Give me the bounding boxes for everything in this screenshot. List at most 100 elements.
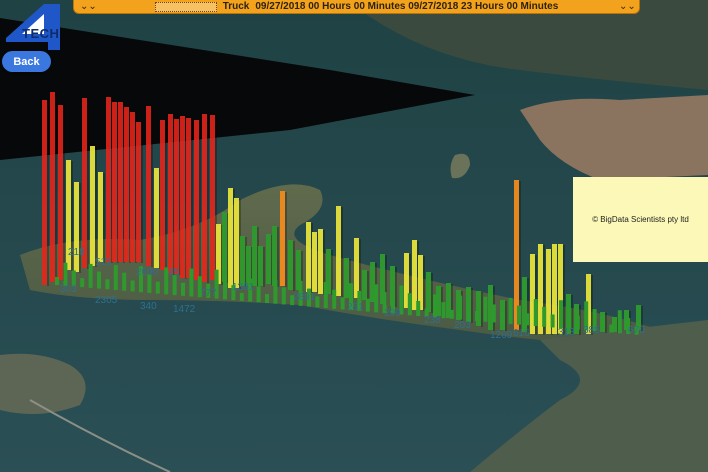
bar-column	[449, 309, 454, 319]
bar-shadow	[293, 241, 295, 291]
bar-column	[354, 238, 359, 298]
bar-shadow	[285, 192, 287, 287]
bar-column	[202, 114, 207, 282]
map-label: 313	[558, 327, 575, 338]
bar-column	[82, 98, 87, 268]
selector-box[interactable]	[154, 1, 217, 12]
bar-column	[272, 226, 277, 286]
bar-column	[344, 258, 349, 298]
bar-column	[280, 191, 285, 286]
map-label: 299	[384, 308, 401, 319]
bar-column	[491, 304, 496, 323]
bar-column	[239, 292, 244, 301]
bar-column	[288, 240, 293, 290]
bar-shadow	[341, 207, 343, 297]
bar-column	[80, 278, 85, 288]
map-label: 303	[60, 284, 77, 295]
bar-shadow	[263, 247, 265, 287]
bar-shadow	[191, 119, 193, 279]
bar-column	[601, 316, 605, 332]
bar-column	[281, 287, 286, 305]
bar-column	[105, 279, 110, 290]
bar-column	[466, 303, 471, 321]
bar-column	[609, 324, 614, 333]
bar-column	[365, 298, 370, 312]
bar-column	[336, 206, 341, 296]
bar-column	[266, 234, 271, 284]
bar-column	[265, 294, 269, 303]
bar-shadow	[141, 123, 143, 263]
map-label: 385	[583, 325, 600, 336]
bar-column	[172, 275, 177, 296]
bar-column	[98, 172, 103, 262]
bar-column	[258, 246, 263, 286]
bar-column	[160, 120, 165, 270]
map-label: 340	[140, 301, 157, 312]
bar-column	[112, 102, 117, 262]
bar-column	[617, 310, 622, 334]
bar-column	[412, 240, 417, 310]
bar-shadow	[79, 183, 81, 273]
bar-shadow	[151, 107, 153, 267]
bar-column	[55, 277, 59, 285]
bar-shadow	[505, 301, 507, 331]
bar-column	[146, 106, 151, 266]
bar-column	[475, 311, 479, 321]
bar-shadow	[95, 147, 97, 267]
bar-column	[567, 307, 572, 329]
bar-column	[113, 265, 118, 291]
bar-shadow	[395, 267, 397, 307]
bar-column	[223, 277, 227, 300]
bar-column	[155, 281, 160, 294]
bar-column	[533, 299, 538, 327]
double-chevron-down-icon[interactable]: ⌄⌄	[619, 1, 636, 12]
bar-column	[525, 313, 530, 326]
bar-shadow	[605, 313, 607, 333]
map-label: 203	[454, 320, 471, 331]
bar-shadow	[63, 106, 65, 281]
bar-column	[546, 249, 551, 334]
copyright-notice: © BigData Scientists pty ltd	[573, 177, 708, 262]
bar-column	[362, 270, 367, 300]
map-label: 2690	[136, 267, 159, 278]
bar-column	[306, 222, 311, 292]
bar-column	[256, 286, 261, 303]
bar-column	[441, 302, 446, 319]
bar-column	[332, 289, 337, 309]
bar-column	[550, 314, 555, 328]
map-label: 1472	[173, 304, 196, 315]
date-range-bar: ⌄⌄ Truck 09/27/2018 00 Hours 00 Minutes …	[73, 0, 640, 14]
bar-column	[180, 116, 185, 278]
bar-column	[228, 188, 233, 288]
bar-column	[174, 119, 179, 274]
map-label: 251	[347, 302, 364, 313]
bar-column	[50, 92, 55, 282]
bar-shadow	[431, 273, 433, 313]
bar-shadow	[471, 288, 473, 323]
back-button[interactable]: Back	[2, 51, 51, 72]
bar-shadow	[277, 227, 279, 287]
bar-column	[58, 105, 63, 280]
bar-column	[559, 300, 563, 329]
company-logo: TECH	[0, 0, 72, 52]
bar-column	[575, 315, 580, 330]
bar-column	[210, 115, 215, 280]
map-label: 1269	[490, 330, 513, 341]
bar-column	[374, 284, 379, 313]
bar-column	[240, 236, 245, 286]
bar-column	[222, 212, 227, 282]
bar-shadow	[87, 99, 89, 269]
bar-shadow	[207, 115, 209, 283]
bar-column	[407, 293, 412, 316]
date-range-content: Truck 09/27/2018 00 Hours 00 Minutes 09/…	[154, 1, 558, 12]
bar-column	[323, 282, 328, 309]
bar-column	[136, 122, 141, 262]
bar-column	[124, 107, 129, 262]
bar-column	[340, 297, 345, 310]
double-chevron-down-icon[interactable]: ⌄⌄	[80, 1, 97, 12]
bar-shadow	[55, 93, 57, 283]
bar-column	[154, 168, 159, 268]
bar-shadow	[359, 239, 361, 299]
bar-column	[168, 114, 173, 274]
bar-column	[90, 146, 95, 266]
